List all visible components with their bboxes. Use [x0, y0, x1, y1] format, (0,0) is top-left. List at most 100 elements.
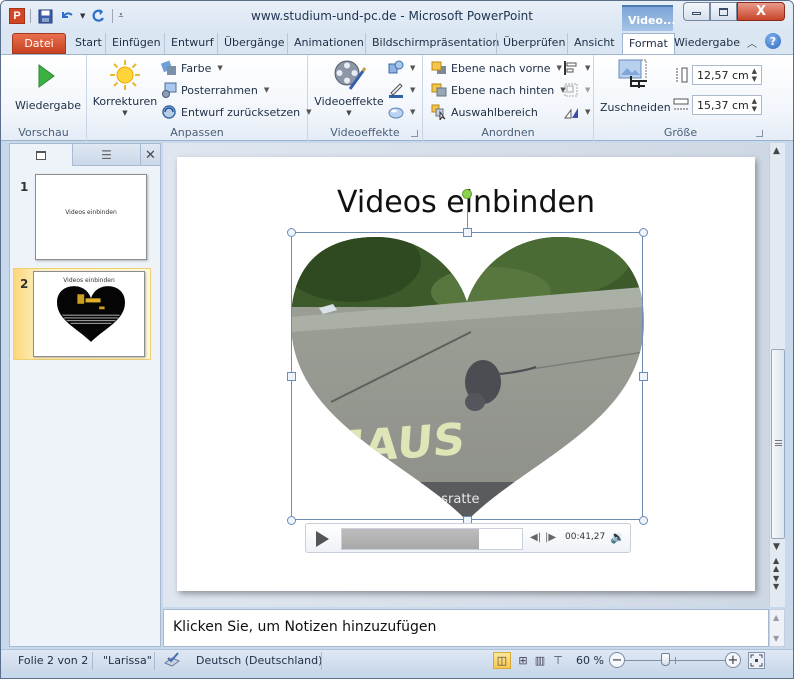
tab-uebergaenge[interactable]: Übergänge — [217, 33, 291, 54]
reset-design-icon — [162, 105, 176, 119]
language-indicator[interactable]: Deutsch (Deutschland) — [196, 654, 322, 667]
close-pane-button[interactable]: ✕ — [140, 144, 160, 166]
rotate-dropdown-icon: ▼ — [585, 108, 591, 116]
zoom-level[interactable]: 60 % — [576, 654, 604, 667]
maximize-button[interactable] — [710, 2, 737, 21]
media-progress-bar[interactable] — [341, 528, 523, 550]
tab-slides[interactable] — [10, 144, 72, 166]
drehen-button[interactable]: ▼ — [563, 102, 590, 122]
videoform-button[interactable]: ▼ — [388, 58, 415, 78]
resize-handle-bottom-left[interactable] — [287, 516, 296, 525]
fit-to-window-button[interactable] — [748, 652, 765, 669]
zoom-slider-thumb[interactable] — [661, 653, 670, 666]
minimize-icon — [692, 12, 701, 15]
slide-counter[interactable]: Folie 2 von 2 — [18, 654, 88, 667]
next-slide-icon[interactable]: ▼ ▼ — [773, 575, 779, 591]
height-spinner-icon[interactable]: ▲ ▼ — [752, 67, 757, 83]
notes-scroll-up-icon[interactable]: ▲ — [773, 613, 779, 622]
width-spinner-icon[interactable]: ▲ ▼ — [752, 97, 757, 113]
slide-thumbnail-1[interactable]: 1 Videos einbinden — [10, 172, 160, 264]
posterrahmen-dropdown-icon: ▼ — [263, 86, 270, 94]
notes-pane[interactable]: Klicken Sie, um Notizen hinzuzufügen — [163, 609, 769, 647]
slideshow-view-button[interactable]: ⊤ — [549, 652, 567, 669]
group-groesse: Zuschneiden 12,57 cm ▲ ▼ 15,37 cm ▲ ▼ Größ… — [594, 55, 767, 141]
tab-datei[interactable]: Datei — [12, 33, 66, 54]
wiedergabe-button[interactable]: Wiedergabe — [15, 59, 81, 112]
zoom-out-button[interactable]: − — [609, 652, 625, 668]
rotation-handle[interactable] — [462, 189, 472, 199]
videoeffekte-dialog-launcher[interactable] — [411, 130, 418, 137]
slide-vertical-scrollbar[interactable]: ▲ ▼ ▲ ▲ ▼ ▼ — [769, 143, 785, 607]
width-input[interactable]: 15,37 cm ▲ ▼ — [692, 95, 762, 115]
posterrahmen-button[interactable]: Posterrahmen ▼ — [161, 80, 269, 100]
ausrichten-button[interactable]: ▼ — [563, 58, 590, 78]
slide-preview: Videos einbinden — [35, 174, 147, 260]
zuschneiden-button[interactable]: Zuschneiden — [600, 59, 671, 114]
notes-scroll-down-icon[interactable]: ▼ — [773, 634, 779, 643]
resize-handle-top-left[interactable] — [287, 228, 296, 237]
ebene-nach-vorne-button[interactable]: Ebene nach vorne ▼ — [431, 58, 562, 78]
video-effects-icon — [388, 107, 404, 119]
height-input[interactable]: 12,57 cm ▲ ▼ — [692, 65, 762, 85]
slide-preview-title: Videos einbinden — [63, 277, 115, 284]
tab-einfuegen[interactable]: Einfügen — [105, 33, 167, 54]
entwurf-zuruecksetzen-button[interactable]: Entwurf zurücksetzen ▼ — [161, 102, 311, 122]
slide-sorter-view-button[interactable]: ⊞ — [514, 652, 532, 669]
title-bar: P ▼ ⩡ www.studium-und-pc.de - Microsoft … — [1, 1, 793, 31]
zoom-in-button[interactable]: + — [725, 652, 741, 668]
volume-icon[interactable]: 🔉 — [610, 530, 625, 544]
tab-outline[interactable]: ☰ — [72, 144, 140, 166]
resize-handle-right[interactable] — [639, 372, 648, 381]
tab-ansicht[interactable]: Ansicht — [567, 33, 621, 54]
minimize-button[interactable] — [683, 2, 710, 21]
scroll-down-icon[interactable]: ▼ — [773, 542, 780, 552]
color-icon — [161, 60, 176, 75]
resize-handle-left[interactable] — [287, 372, 296, 381]
tab-bildschirmpraesentation[interactable]: Bildschirmpräsentation — [365, 33, 505, 54]
spell-check-icon[interactable] — [163, 652, 181, 671]
tab-ueberpruefen[interactable]: Überprüfen — [496, 33, 571, 54]
group-label-groesse: Größe — [663, 126, 698, 139]
media-play-button[interactable] — [316, 531, 329, 547]
theme-name[interactable]: "Larissa" — [103, 654, 152, 667]
farbe-button[interactable]: Farbe ▼ — [161, 58, 223, 78]
minus-icon: − — [611, 652, 623, 668]
previous-slide-icon[interactable]: ▲ ▲ — [773, 557, 779, 573]
videoeffekte-small-button[interactable]: ▼ — [388, 102, 415, 122]
ebene-nach-vorne-label: Ebene nach vorne — [451, 61, 551, 75]
auswahlbereich-button[interactable]: Auswahlbereich — [431, 102, 538, 122]
tab-entwurf[interactable]: Entwurf — [164, 33, 220, 54]
videorahmen-button[interactable]: ▼ — [388, 80, 415, 100]
gruppieren-button[interactable]: ▼ — [563, 80, 590, 100]
resize-handle-bottom-right[interactable] — [639, 516, 648, 525]
media-time: 00:41,27 — [565, 532, 606, 542]
slides-pane-tabs: ☰ ✕ — [10, 144, 160, 166]
ebene-nach-hinten-button[interactable]: Ebene nach hinten ▼ — [431, 80, 566, 100]
tab-format[interactable]: Format — [622, 33, 675, 55]
step-forward-icon[interactable]: |▶ — [545, 532, 556, 543]
resize-handle-top[interactable] — [463, 228, 472, 237]
slides-view-icon — [36, 150, 46, 160]
step-back-icon[interactable]: ◀| — [530, 532, 541, 543]
notes-placeholder: Klicken Sie, um Notizen hinzuzufügen — [173, 619, 437, 635]
poster-frame-icon — [162, 82, 177, 98]
reading-view-button[interactable]: ▥ — [531, 652, 549, 669]
video-tools-context-label: Video... — [622, 5, 676, 31]
notes-scrollbar[interactable]: ▲ ▼ — [769, 609, 785, 647]
groesse-dialog-launcher[interactable] — [756, 130, 763, 137]
tab-animationen[interactable]: Animationen — [287, 33, 370, 54]
help-button[interactable]: ? — [765, 33, 781, 49]
slide-thumbnail-2[interactable]: 2 Videos einbinden — [13, 268, 151, 360]
shape-height-icon — [676, 67, 688, 83]
scrollbar-thumb[interactable] — [771, 349, 785, 539]
korrekturen-button[interactable]: Korrekturen ▼ — [92, 59, 158, 117]
reading-view-icon: ▥ — [534, 654, 546, 667]
tab-start[interactable]: Start — [69, 33, 108, 54]
close-button[interactable]: X — [737, 2, 785, 21]
resize-handle-top-right[interactable] — [639, 228, 648, 237]
videoeffekte-button[interactable]: Videoeffekte ▼ — [314, 59, 384, 117]
scroll-up-icon[interactable]: ▲ — [773, 146, 780, 156]
normal-view-button[interactable]: ◫ — [493, 652, 511, 669]
tab-wiedergabe[interactable]: Wiedergabe — [668, 33, 746, 54]
minimize-ribbon-icon[interactable]: ︿ — [747, 35, 757, 50]
